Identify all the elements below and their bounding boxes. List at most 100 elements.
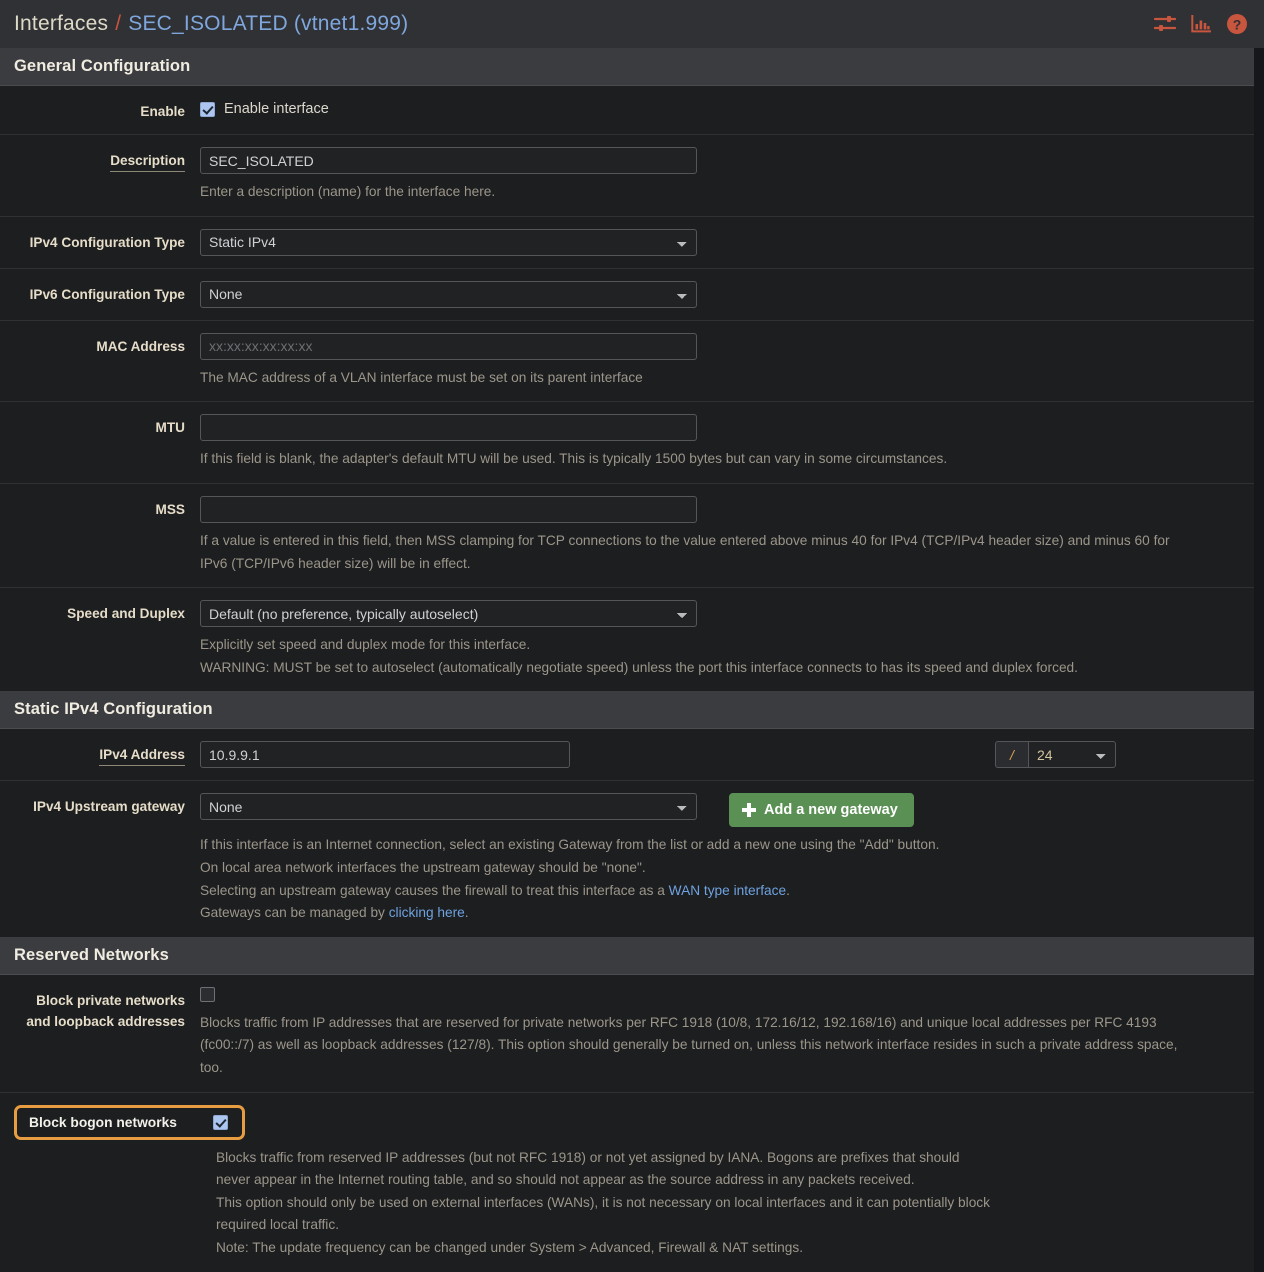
add-gateway-button[interactable]: Add a new gateway: [729, 793, 914, 828]
form-row-speed-duplex: Speed and Duplex Default (no preference,…: [0, 588, 1254, 691]
description-help: Enter a description (name) for the inter…: [200, 184, 496, 200]
field-cell: None Add a new gateway If this interface…: [200, 793, 1254, 924]
reserved-networks-heading: Reserved Networks: [0, 936, 1254, 975]
mac-address-label: MAC Address: [96, 338, 185, 354]
gateway-help-line3-pre: Selecting an upstream gateway causes the…: [200, 882, 669, 898]
block-bogon-checkbox[interactable]: [212, 1114, 228, 1130]
field-cell: Enable interface: [200, 98, 1254, 122]
block-bogon-label: Block bogon networks: [29, 1114, 177, 1130]
speed-duplex-help: Explicitly set speed and duplex mode for…: [200, 634, 1200, 679]
general-configuration-body: Enable Enable interface Description Ente…: [0, 86, 1254, 691]
upstream-gateway-label: IPv4 Upstream gateway: [33, 799, 185, 815]
breadcrumb-root[interactable]: Interfaces: [14, 12, 108, 35]
block-bogon-help: Blocks traffic from reserved IP addresse…: [0, 1147, 1000, 1260]
bogon-help-line1: Blocks traffic from reserved IP addresse…: [216, 1149, 960, 1188]
enable-interface-label: Enable interface: [224, 101, 329, 117]
add-gateway-label: Add a new gateway: [764, 802, 898, 819]
field-cell: Default (no preference, typically autose…: [200, 600, 1254, 679]
reserved-networks-panel: Reserved Networks Block private networks…: [0, 936, 1254, 1272]
chart-icon[interactable]: [1191, 15, 1211, 33]
panel-title: Reserved Networks: [14, 945, 169, 964]
label-cell: IPv4 Upstream gateway: [0, 793, 200, 924]
breadcrumb: Interfaces / SEC_ISOLATED (vtnet1.999): [14, 12, 408, 36]
form-row-block-private: Block private networks and loopback addr…: [0, 975, 1254, 1093]
block-private-label: Block private networks and loopback addr…: [26, 990, 185, 1032]
label-cell: MSS: [0, 496, 200, 575]
enable-label: Enable: [140, 104, 185, 119]
sliders-icon[interactable]: [1153, 15, 1177, 33]
mss-label: MSS: [155, 501, 185, 517]
reserved-networks-body: Block private networks and loopback addr…: [0, 975, 1254, 1272]
form-row-upstream-gateway: IPv4 Upstream gateway None Add a new gat…: [0, 781, 1254, 936]
enable-interface-checkbox[interactable]: [200, 101, 215, 117]
ipv4-address-row: / 24: [200, 741, 1244, 769]
block-private-label-line2: and loopback addresses: [26, 1013, 185, 1029]
block-private-help: Blocks traffic from IP addresses that ar…: [200, 1014, 1178, 1075]
upstream-gateway-select[interactable]: None: [200, 793, 697, 821]
gateway-help-line3-post: .: [786, 882, 790, 898]
form-row-mtu: MTU If this field is blank, the adapter'…: [0, 402, 1254, 484]
label-cell: Block private networks and loopback addr…: [0, 987, 200, 1080]
field-cell: Static IPv4: [200, 228, 1254, 256]
mtu-help: If this field is blank, the adapter's de…: [200, 451, 948, 467]
ipv4-address-input[interactable]: [200, 741, 570, 769]
plus-icon: [742, 803, 756, 818]
form-row-enable: Enable Enable interface: [0, 86, 1254, 136]
label-cell: IPv4 Address: [0, 741, 200, 768]
mtu-input[interactable]: [200, 414, 697, 442]
wan-type-interface-link[interactable]: WAN type interface: [669, 883, 786, 898]
ipv4-address-label: IPv4 Address: [99, 744, 185, 767]
static-ipv4-body: IPv4 Address / 24 IPv4 Upstream ga: [0, 729, 1254, 936]
upstream-gateway-help: If this interface is an Internet connect…: [200, 834, 1200, 924]
breadcrumb-bar: Interfaces / SEC_ISOLATED (vtnet1.999) ?: [0, 0, 1264, 48]
label-cell: IPv4 Configuration Type: [0, 229, 200, 256]
field-cell: The MAC address of a VLAN interface must…: [200, 332, 1254, 390]
field-cell: If this field is blank, the adapter's de…: [200, 414, 1254, 471]
mac-address-help: The MAC address of a VLAN interface must…: [200, 369, 643, 385]
gateway-help-line2: On local area network interfaces the ups…: [200, 859, 646, 875]
description-label: Description: [110, 150, 185, 173]
breadcrumb-current: SEC_ISOLATED (vtnet1.999): [128, 12, 409, 35]
gateway-help-line1: If this interface is an Internet connect…: [200, 837, 940, 853]
subnet-mask-group: / 24: [995, 741, 1116, 769]
description-input[interactable]: [200, 147, 697, 175]
static-ipv4-configuration-panel: Static IPv4 Configuration IPv4 Address /…: [0, 691, 1254, 937]
block-private-checkbox[interactable]: [200, 986, 215, 1002]
static-ipv4-heading: Static IPv4 Configuration: [0, 691, 1254, 730]
gateway-help-line4-post: .: [464, 905, 469, 921]
gateway-controls: None Add a new gateway: [200, 793, 1244, 828]
help-icon[interactable]: ?: [1226, 13, 1248, 35]
form-row-ipv4-address: IPv4 Address / 24: [0, 729, 1254, 782]
label-cell: Description: [0, 147, 200, 204]
block-bogon-highlight[interactable]: Block bogon networks: [14, 1104, 245, 1140]
gateway-help-line4: Gateways can be managed by clicking here…: [200, 902, 1200, 925]
field-cell: / 24: [200, 741, 1254, 769]
label-cell: MAC Address: [0, 333, 200, 390]
field-cell: None: [200, 280, 1254, 308]
clicking-here-link[interactable]: clicking here: [389, 905, 465, 920]
breadcrumb-separator: /: [115, 12, 122, 35]
svg-text:?: ?: [1233, 16, 1242, 32]
label-cell: Enable: [0, 98, 200, 122]
speed-duplex-select[interactable]: Default (no preference, typically autose…: [200, 600, 697, 628]
enable-interface-row[interactable]: Enable interface: [200, 98, 1244, 117]
bogon-help-line2: This option should only be used on exter…: [216, 1194, 990, 1233]
ipv4-config-type-select[interactable]: Static IPv4: [200, 228, 697, 256]
field-cell: Enter a description (name) for the inter…: [200, 147, 1254, 204]
mac-address-input[interactable]: [200, 332, 697, 360]
label-cell: IPv6 Configuration Type: [0, 281, 200, 308]
ipv6-config-type-select[interactable]: None: [200, 280, 697, 308]
form-row-ipv6-config-type: IPv6 Configuration Type None: [0, 269, 1254, 321]
field-cell: If a value is entered in this field, the…: [200, 495, 1254, 575]
general-configuration-heading: General Configuration: [0, 48, 1254, 86]
panel-title: General Configuration: [14, 57, 191, 75]
speed-duplex-help-line1: Explicitly set speed and duplex mode for…: [200, 637, 531, 653]
bogon-help-line3: Note: The update frequency can be change…: [216, 1240, 804, 1256]
mss-help: If a value is entered in this field, the…: [200, 532, 1170, 571]
subnet-mask-select[interactable]: 24: [1028, 741, 1116, 769]
mss-input[interactable]: [200, 495, 697, 523]
general-configuration-panel: General Configuration Enable Enable inte…: [0, 48, 1254, 692]
ipv6-config-type-label: IPv6 Configuration Type: [29, 286, 185, 302]
ipv4-config-type-label: IPv4 Configuration Type: [29, 234, 185, 250]
panel-title: Static IPv4 Configuration: [14, 700, 213, 719]
